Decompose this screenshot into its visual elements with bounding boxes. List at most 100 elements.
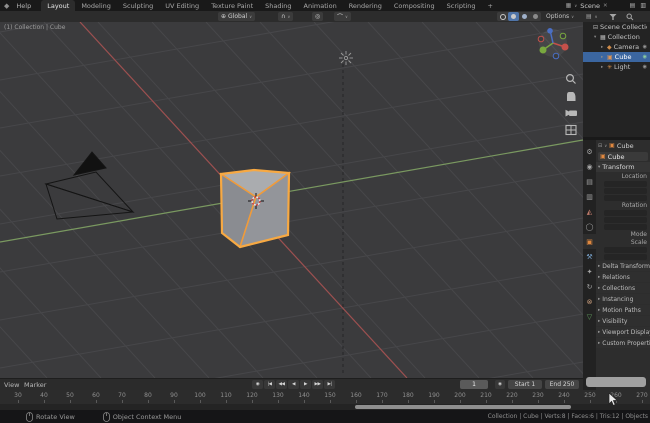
- frame-end-field[interactable]: End 250: [545, 380, 579, 389]
- unlink-scene-icon[interactable]: ✕: [603, 3, 608, 9]
- perspective-toggle-icon[interactable]: [564, 123, 578, 137]
- collapsed-panel-header[interactable]: ▸ Delta Transform: [596, 261, 650, 271]
- properties-tab[interactable]: ▽: [583, 309, 596, 324]
- timeline-scrollbar-thumb[interactable]: [355, 405, 571, 409]
- collapsed-panel-header[interactable]: ▸ Relations: [596, 272, 650, 282]
- move-view-hand-icon[interactable]: [564, 89, 578, 103]
- collapsed-panel-header[interactable]: ▸ Visibility: [596, 316, 650, 326]
- properties-tab[interactable]: ✦: [583, 264, 596, 279]
- rotation-x-field[interactable]: [604, 210, 647, 216]
- object-icon: ▣: [600, 153, 606, 160]
- outliner-row[interactable]: ▸ ◆ Camera ◉: [583, 42, 650, 52]
- workspace-tab[interactable]: UV Editing: [159, 0, 205, 11]
- properties-tab[interactable]: ◭: [583, 204, 596, 219]
- playback-button[interactable]: ◀◀: [276, 380, 287, 389]
- panel-label: Custom Properties: [602, 339, 650, 347]
- current-frame-field[interactable]: 1: [460, 380, 488, 389]
- object-name-field[interactable]: ▣ Cube: [598, 152, 648, 161]
- shading-material-button[interactable]: [519, 12, 530, 21]
- outliner-row[interactable]: ▸ ✳ Light ◉: [583, 62, 650, 72]
- shading-solid-button[interactable]: [508, 12, 519, 21]
- properties-tab[interactable]: ◉: [583, 159, 596, 174]
- properties-tab-icon: ◯: [585, 222, 594, 231]
- workspace-tab[interactable]: Animation: [298, 0, 343, 11]
- proportional-falloff-dropdown[interactable]: ⌒ ∨: [334, 12, 351, 21]
- render-layer-icon[interactable]: ▥: [640, 2, 646, 9]
- outliner-row[interactable]: ▾ ▦ Collection: [583, 32, 650, 42]
- view-layer-icon[interactable]: ▤: [630, 2, 636, 9]
- properties-tab[interactable]: ↻: [583, 279, 596, 294]
- options-dropdown[interactable]: Options ∨: [546, 12, 574, 21]
- snap-toggle[interactable]: ∩ ∨: [278, 12, 294, 21]
- light-object-icon[interactable]: [339, 51, 353, 65]
- visibility-icon[interactable]: ◉: [643, 54, 647, 60]
- transform-panel-header[interactable]: ▾ Transform: [596, 162, 650, 172]
- scene-selector[interactable]: ▦ ∨ Scene ✕: [566, 2, 608, 10]
- location-x-field[interactable]: [604, 181, 647, 187]
- workspace-tab[interactable]: +: [482, 0, 499, 11]
- workspace-tab[interactable]: Layout: [41, 0, 76, 11]
- playback-button[interactable]: ◉: [252, 380, 263, 389]
- chevron-down-icon: ∨: [604, 143, 608, 148]
- properties-tab-icon: ◉: [586, 162, 593, 171]
- filter-funnel-icon[interactable]: [609, 13, 617, 21]
- shading-rendered-button[interactable]: [530, 12, 541, 21]
- menu-help[interactable]: Help: [12, 2, 35, 10]
- properties-scrollbar[interactable]: [586, 377, 646, 387]
- properties-tab[interactable]: ⚙: [583, 144, 596, 159]
- zoom-icon[interactable]: [564, 72, 578, 86]
- collapsed-panel-header[interactable]: ▸ Motion Paths: [596, 305, 650, 315]
- playback-button[interactable]: |◀: [264, 380, 275, 389]
- playback-icon: ▶▶: [314, 382, 321, 387]
- collapsed-panel-header[interactable]: ▸ Custom Properties: [596, 338, 650, 348]
- auto-keying-toggle[interactable]: ◉: [495, 380, 505, 389]
- cube-object[interactable]: [218, 168, 292, 249]
- workspace-tab[interactable]: Texture Paint: [205, 0, 259, 11]
- outliner-item-label: Cube: [614, 53, 632, 61]
- workspace-tab[interactable]: Shading: [259, 0, 297, 11]
- collapsed-panel-header[interactable]: ▸ Instancing: [596, 294, 650, 304]
- properties-tab[interactable]: ▣: [583, 234, 596, 249]
- playback-button[interactable]: ▶▶: [312, 380, 323, 389]
- workspace-tab[interactable]: Modeling: [75, 0, 117, 11]
- properties-tab[interactable]: ⚒: [583, 249, 596, 264]
- properties-tab[interactable]: ▥: [583, 189, 596, 204]
- camera-view-icon[interactable]: [564, 106, 578, 120]
- visibility-icon[interactable]: ◉: [643, 64, 647, 70]
- outliner-row[interactable]: ▸ ▣ Cube ◉: [583, 52, 650, 62]
- properties-tab[interactable]: ⊗: [583, 294, 596, 309]
- playback-button[interactable]: ▶|: [324, 380, 335, 389]
- search-icon[interactable]: [626, 13, 634, 21]
- workspace-tab[interactable]: Sculpting: [117, 0, 159, 11]
- shading-wireframe-button[interactable]: [497, 12, 508, 21]
- timeline-menu-view[interactable]: View: [4, 381, 19, 389]
- transform-orientation-dropdown[interactable]: ⊕ Global ∨: [218, 12, 256, 21]
- navigation-gizmo[interactable]: [536, 28, 570, 62]
- collapsed-panel-header[interactable]: ▸ Viewport Display: [596, 327, 650, 337]
- workspace-tab[interactable]: Scripting: [441, 0, 482, 11]
- playback-button[interactable]: ◀: [288, 380, 299, 389]
- outliner-display-mode-icon[interactable]: ▤: [586, 13, 592, 20]
- playback-button[interactable]: ▶: [300, 380, 311, 389]
- workspace-tab[interactable]: Compositing: [388, 0, 441, 11]
- blender-app-icon[interactable]: ◆: [4, 2, 9, 10]
- location-y-field[interactable]: [604, 188, 647, 194]
- rotation-y-field[interactable]: [604, 217, 647, 223]
- frame-start-field[interactable]: Start 1: [508, 380, 542, 389]
- editor-type-icon[interactable]: ⊟: [598, 143, 602, 149]
- proportional-editing-toggle[interactable]: ◎: [312, 12, 324, 21]
- outliner-row[interactable]: ⊟ Scene Collection: [583, 22, 650, 32]
- collapsed-panel-header[interactable]: ▸ Collections: [596, 283, 650, 293]
- workspace-tab[interactable]: Rendering: [343, 0, 388, 11]
- timeline-menu-marker[interactable]: Marker: [24, 381, 46, 389]
- viewport-3d[interactable]: (1) Collection | Cube: [0, 22, 583, 378]
- chevron-down-icon: ∨: [249, 14, 253, 19]
- scale-x-field[interactable]: [604, 247, 647, 253]
- visibility-icon[interactable]: ◉: [643, 44, 647, 50]
- camera-object[interactable]: [44, 151, 135, 220]
- frame-tick-label: 200: [447, 390, 473, 404]
- scale-y-field[interactable]: [604, 254, 647, 260]
- properties-tab[interactable]: ▤: [583, 174, 596, 189]
- timeline-ruler[interactable]: 30 40 50 60 70 80 90 100 110 120 130 140…: [0, 390, 650, 404]
- properties-tab[interactable]: ◯: [583, 219, 596, 234]
